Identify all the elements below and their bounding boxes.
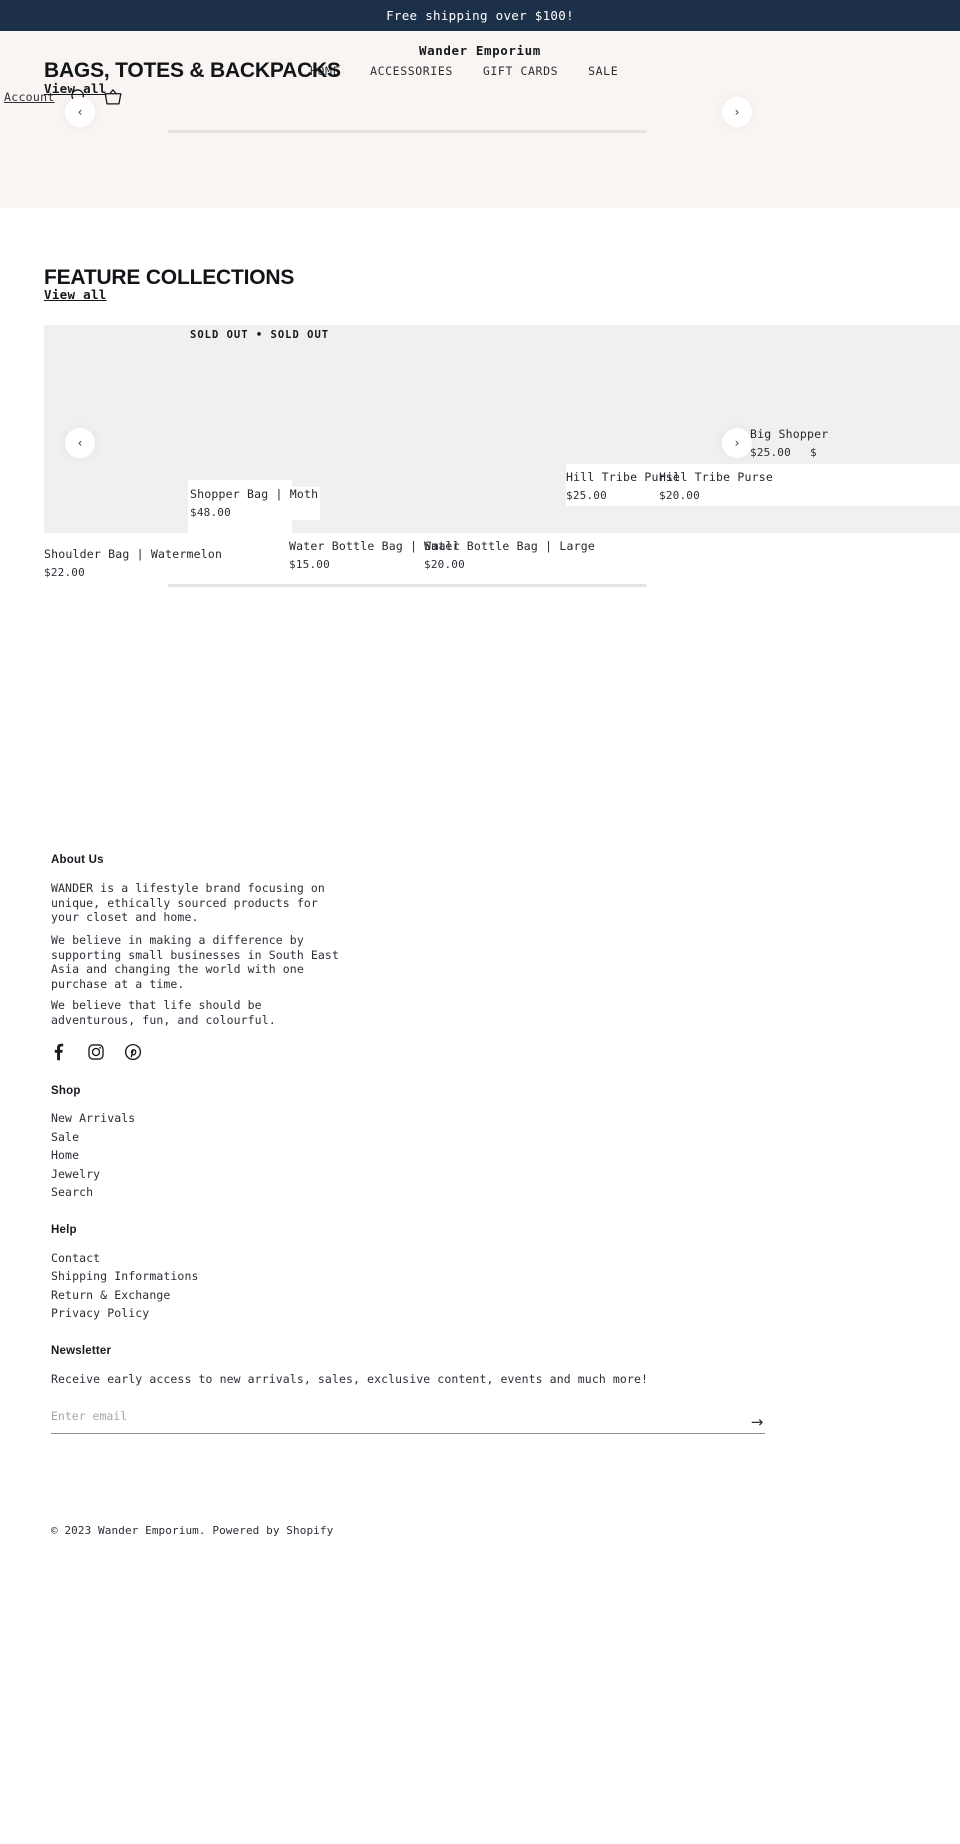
product-title: Big Shopper	[750, 427, 829, 441]
instagram-icon[interactable]	[87, 1043, 105, 1061]
product-title: Water Bottle Bag | Large	[424, 539, 595, 553]
footer-shop-link-sale[interactable]: Sale	[51, 1130, 79, 1144]
product-card-shoulder-bag-watermelon[interactable]: Shoulder Bag | Watermelon $22.00	[44, 547, 222, 580]
hero-view-all-link[interactable]: View all	[44, 81, 107, 96]
product-card-hill-tribe-purse-2[interactable]: Hill Tribe Purse $20.00	[659, 470, 773, 503]
product-price: $48.00	[190, 506, 231, 519]
products-scrollbar-track[interactable]	[168, 584, 647, 587]
footer-newsletter-heading: Newsletter	[51, 1345, 112, 1357]
nav-item-sale[interactable]: SALE	[588, 64, 618, 78]
announcement-text: Free shipping over $100!	[386, 8, 574, 23]
feature-collections-view-all-link[interactable]: View all	[44, 287, 107, 302]
newsletter-email-input[interactable]	[51, 1404, 765, 1434]
product-title: Shopper Bag | Moth	[190, 487, 319, 501]
product-card-partial[interactable]: $	[810, 442, 817, 460]
facebook-icon[interactable]	[50, 1043, 68, 1061]
product-price: $	[810, 446, 817, 459]
copyright-text: © 2023 Wander Emporium. Powered by Shopi…	[51, 1524, 334, 1537]
product-title: Shoulder Bag | Watermelon	[44, 547, 223, 561]
footer-about-paragraph-2: We believe in making a difference by sup…	[51, 933, 339, 991]
nav-item-accessories[interactable]: ACCESSORIES	[370, 64, 453, 78]
products-carousel-prev-button[interactable]: ‹	[65, 428, 95, 458]
footer-help-link-shipping[interactable]: Shipping Informations	[51, 1269, 199, 1283]
product-carousel-placeholder-secondary	[288, 465, 567, 533]
footer-shop-heading: Shop	[51, 1085, 81, 1097]
products-carousel-next-button[interactable]: ›	[722, 428, 752, 458]
product-price: $20.00	[659, 489, 700, 502]
pinterest-icon[interactable]	[124, 1043, 142, 1061]
footer-about-heading: About Us	[51, 854, 104, 866]
hero-carousel-prev-button[interactable]: ‹	[65, 97, 95, 127]
footer-shop-link-jewelry[interactable]: Jewelry	[51, 1167, 100, 1181]
announcement-bar: Free shipping over $100!	[0, 0, 960, 31]
product-title: Hill Tribe Purse	[659, 470, 773, 484]
footer-help-heading: Help	[51, 1224, 77, 1236]
footer-about-paragraph-3: We believe that life should be adventuro…	[51, 998, 276, 1027]
shop-name[interactable]: Wander Emporium	[0, 43, 960, 58]
product-card-shopper-bag-moth[interactable]: Shopper Bag | Moth $48.00	[188, 487, 321, 520]
footer-help-link-returns[interactable]: Return & Exchange	[51, 1288, 170, 1302]
footer-shop-link-search[interactable]: Search	[51, 1185, 93, 1199]
social-links	[50, 1043, 142, 1061]
footer-help-link-contact[interactable]: Contact	[51, 1251, 100, 1265]
footer-newsletter-description: Receive early access to new arrivals, sa…	[51, 1372, 649, 1386]
footer-about-paragraph-1: WANDER is a lifestyle brand focusing on …	[51, 881, 325, 924]
footer-help-link-privacy[interactable]: Privacy Policy	[51, 1306, 149, 1320]
hero-carousel-next-button[interactable]: ›	[722, 97, 752, 127]
nav-item-gift-cards[interactable]: GIFT CARDS	[483, 64, 558, 78]
sold-out-badge: SOLD OUT • SOLD OUT	[190, 329, 330, 341]
footer-shop-link-new-arrivals[interactable]: New Arrivals	[51, 1111, 135, 1125]
product-price: $22.00	[44, 566, 85, 579]
product-price: $20.00	[424, 558, 465, 571]
product-card-water-bottle-bag-large[interactable]: Water Bottle Bag | Large $20.00	[424, 539, 595, 572]
newsletter-submit-button[interactable]: →	[745, 1412, 769, 1432]
hero-collection-title: BAGS, TOTES & BACKPACKS	[44, 59, 341, 82]
main-navigation: HOME ACCESSORIES GIFT CARDS SALE	[310, 64, 618, 78]
hero-scrollbar-track[interactable]	[168, 130, 647, 133]
footer-shop-link-home[interactable]: Home	[51, 1148, 79, 1162]
